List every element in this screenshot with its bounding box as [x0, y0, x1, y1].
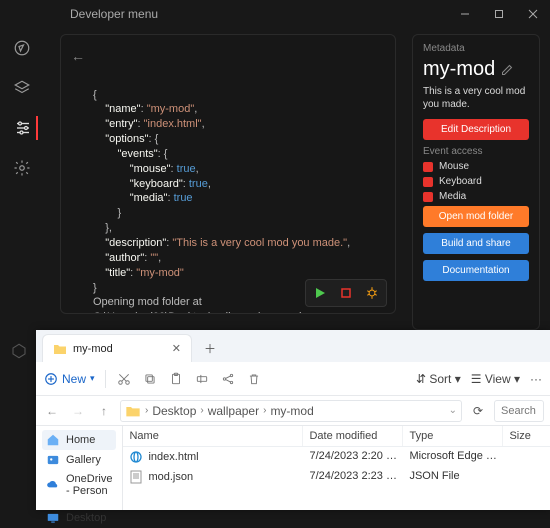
nav-forward-button[interactable]: →	[68, 404, 88, 418]
new-button[interactable]: New ▾	[44, 372, 95, 386]
edit-description-button[interactable]: Edit Description	[423, 119, 529, 140]
new-tab-button[interactable]: ＋	[196, 334, 224, 362]
window-maximize-button[interactable]	[482, 0, 516, 28]
window-minimize-button[interactable]	[448, 0, 482, 28]
onedrive-icon	[46, 478, 60, 492]
layers-icon[interactable]	[10, 76, 34, 100]
sidebar-item[interactable]: Desktop	[42, 508, 116, 528]
checkbox-icon	[423, 177, 433, 187]
open-mod-folder-button[interactable]: Open mod folder	[423, 206, 529, 227]
file-explorer-window: my-mod ✕ ＋ New ▾ ⇵ Sort ▾ ☰ View ▾ ··· ←…	[36, 330, 550, 510]
rename-icon[interactable]	[194, 371, 210, 387]
sidebar-item[interactable]: Home	[42, 430, 116, 450]
compass-icon[interactable]	[10, 36, 34, 60]
console-panel: ← { "name": "my-mod", "entry": "index.ht…	[60, 34, 396, 314]
explorer-tab[interactable]: my-mod ✕	[42, 334, 192, 362]
explorer-tab-title: my-mod	[73, 343, 113, 355]
stop-button[interactable]	[335, 283, 357, 303]
documentation-button[interactable]: Documentation	[423, 260, 529, 281]
run-toolbar	[305, 279, 387, 307]
col-name[interactable]: Name	[123, 426, 303, 446]
metadata-label: Metadata	[423, 43, 529, 54]
cut-icon[interactable]	[116, 371, 132, 387]
checkbox-icon	[423, 162, 433, 172]
edit-icon[interactable]	[501, 64, 513, 76]
gallery-icon	[46, 453, 60, 467]
window-title: Developer menu	[70, 7, 158, 21]
sliders-icon[interactable]	[14, 116, 38, 140]
col-type[interactable]: Type	[403, 426, 503, 446]
mod-description: This is a very cool mod you made.	[423, 85, 529, 111]
view-button[interactable]: ☰ View ▾	[471, 372, 520, 386]
sidebar-item[interactable]: OneDrive - Person	[42, 470, 116, 500]
file-icon	[129, 450, 143, 464]
breadcrumb[interactable]: › Desktop › wallpaper › my-mod ⌄	[120, 400, 462, 422]
event-checkbox[interactable]: Keyboard	[423, 176, 529, 187]
file-row[interactable]: index.html7/24/2023 2:20 PMMicrosoft Edg…	[123, 447, 550, 467]
event-checkbox[interactable]: Mouse	[423, 161, 529, 172]
gear-icon[interactable]	[10, 156, 34, 180]
explorer-file-list: Name Date modified Type Size index.html7…	[123, 426, 550, 510]
chevron-down-icon[interactable]: ⌄	[449, 405, 457, 416]
back-button[interactable]: ←	[71, 47, 85, 66]
copy-icon[interactable]	[142, 371, 158, 387]
delete-icon[interactable]	[246, 371, 262, 387]
sidebar-item[interactable]: Gallery	[42, 450, 116, 470]
folder-icon	[53, 343, 67, 355]
play-button[interactable]	[309, 283, 331, 303]
event-checkbox[interactable]: Media	[423, 191, 529, 202]
debug-button[interactable]	[361, 283, 383, 303]
window-close-button[interactable]	[516, 0, 550, 28]
sort-button[interactable]: ⇵ Sort ▾	[416, 372, 461, 386]
refresh-button[interactable]: ⟳	[468, 404, 488, 418]
build-and-share-button[interactable]: Build and share	[423, 233, 529, 254]
explorer-sidebar: HomeGalleryOneDrive - PersonDesktop	[36, 426, 123, 510]
event-access-label: Event access	[423, 146, 529, 157]
search-input[interactable]: Search	[494, 400, 544, 422]
file-icon	[129, 470, 143, 484]
hexagon-icon	[10, 342, 28, 360]
mod-name: my-mod	[423, 58, 529, 81]
checkbox-icon	[423, 192, 433, 202]
folder-icon	[125, 404, 141, 418]
paste-icon[interactable]	[168, 371, 184, 387]
file-row[interactable]: mod.json7/24/2023 2:23 PMJSON File	[123, 467, 550, 487]
nav-up-button[interactable]: ↑	[94, 404, 114, 418]
metadata-panel: Metadata my-mod This is a very cool mod …	[412, 34, 540, 330]
more-button[interactable]: ···	[530, 372, 542, 386]
desktop-icon	[46, 511, 60, 525]
share-icon[interactable]	[220, 371, 236, 387]
nav-back-button[interactable]: ←	[42, 404, 62, 418]
col-size[interactable]: Size	[503, 426, 550, 446]
tab-close-button[interactable]: ✕	[172, 342, 181, 355]
home-icon	[46, 433, 60, 447]
col-date[interactable]: Date modified	[303, 426, 403, 446]
chevron-down-icon: ▾	[90, 373, 95, 384]
